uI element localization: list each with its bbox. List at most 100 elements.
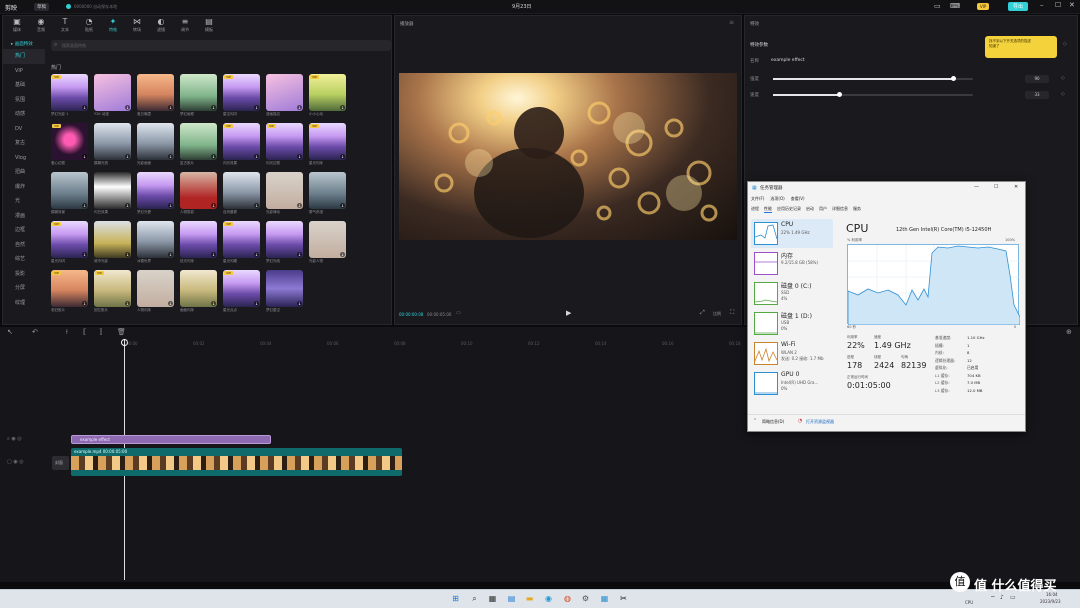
- download-icon[interactable]: ↓: [211, 105, 216, 110]
- effect-thumbnail[interactable]: ↓ 梦幻光线: [266, 221, 303, 263]
- sidebar-item-10[interactable]: 光: [3, 194, 45, 209]
- effect-thumbnail[interactable]: ↓ 人物剪影: [180, 172, 217, 214]
- effect-thumbnail[interactable]: VIP ↓ 小小心动: [309, 74, 346, 116]
- tm-tab[interactable]: 启动: [806, 206, 814, 213]
- download-icon[interactable]: ↓: [340, 105, 345, 110]
- tm-resource-item[interactable]: 磁盘 1 (D:) USB 0%: [751, 309, 833, 338]
- effect-thumbnail[interactable]: ↓ 城市光影: [94, 221, 131, 263]
- download-icon[interactable]: ↓: [297, 252, 302, 257]
- lock-icon[interactable]: ⌕: [7, 436, 10, 442]
- effect-thumbnail[interactable]: ↓ 画面闪烁: [180, 270, 217, 312]
- sidebar-item-7[interactable]: Vlog: [3, 151, 45, 166]
- download-icon[interactable]: ↓: [125, 301, 130, 306]
- download-icon[interactable]: ↓: [297, 154, 302, 159]
- download-icon[interactable]: ↓: [297, 301, 302, 306]
- split-right-icon[interactable]: ⟧: [99, 328, 102, 336]
- video-clip[interactable]: example.mp4 00:00:05:00: [71, 448, 402, 476]
- effect-thumbnail[interactable]: ↓ 自然晨雾: [223, 172, 260, 214]
- edge-icon[interactable]: ◉: [543, 593, 554, 604]
- effect-thumbnail[interactable]: ↓ 炫光闪烁: [180, 221, 217, 263]
- effect-thumbnail[interactable]: VIP ↓ 星光闪耀: [223, 221, 260, 263]
- sidebar-item-16[interactable]: 分屏: [3, 281, 45, 296]
- download-icon[interactable]: ↓: [254, 203, 259, 208]
- tm-tab[interactable]: 进程: [751, 206, 759, 213]
- download-icon[interactable]: ↓: [254, 301, 259, 306]
- wifi-icon[interactable]: ⌔: [990, 594, 996, 602]
- zoom-in-icon[interactable]: ⊕: [1066, 328, 1072, 336]
- shortcut-icon[interactable]: ⌨: [950, 2, 960, 10]
- download-icon[interactable]: ↓: [254, 252, 259, 257]
- download-icon[interactable]: ↓: [168, 301, 173, 306]
- split-icon[interactable]: ⟊: [66, 328, 68, 337]
- download-icon[interactable]: ↓: [125, 105, 130, 110]
- close-icon[interactable]: ✕: [1069, 1, 1075, 9]
- visibility-icon[interactable]: ◉: [11, 436, 15, 442]
- settings-icon[interactable]: ⚙: [580, 593, 591, 604]
- download-icon[interactable]: ↓: [211, 301, 216, 306]
- toolbar-transition[interactable]: ⋈ 转场: [125, 16, 149, 36]
- volume-icon[interactable]: ♪: [1000, 594, 1004, 601]
- sidebar-item-14[interactable]: 综艺: [3, 252, 45, 267]
- sidebar-item-5[interactable]: DV: [3, 122, 45, 137]
- sidebar-item-17[interactable]: 纹理: [3, 296, 45, 311]
- param-slider-handle[interactable]: [837, 92, 842, 97]
- download-icon[interactable]: ↓: [340, 203, 345, 208]
- tm-menu-item[interactable]: 选项(O): [770, 196, 784, 202]
- browser-icon[interactable]: ◍: [562, 593, 573, 604]
- download-icon[interactable]: ↓: [254, 154, 259, 159]
- download-icon[interactable]: ↓: [82, 154, 87, 159]
- tm-minimize-icon[interactable]: —: [974, 184, 979, 190]
- effect-thumbnail[interactable]: ↓ 落日晚霞: [137, 74, 174, 116]
- vip-badge[interactable]: VIP: [977, 3, 990, 10]
- download-icon[interactable]: ↓: [82, 301, 87, 306]
- battery-icon[interactable]: ▭: [1010, 594, 1016, 601]
- track-lock-icon[interactable]: ▢: [7, 459, 12, 465]
- export-button[interactable]: 导出: [1008, 2, 1029, 11]
- tm-resource-item[interactable]: Wi-Fi WLAN 2 发送: 0.2 接收: 1.7 Mb: [751, 339, 833, 368]
- effect-thumbnail[interactable]: ↓ 梦幻光晕: [137, 172, 174, 214]
- download-icon[interactable]: ↓: [168, 105, 173, 110]
- toolbar-template[interactable]: ▤ 模板: [197, 16, 221, 36]
- effect-thumbnail[interactable]: ↓ Y2K 动漫: [94, 74, 131, 116]
- toolbar-filter[interactable]: ◐ 滤镜: [149, 16, 173, 36]
- download-icon[interactable]: ↓: [82, 105, 87, 110]
- effect-thumbnail[interactable]: ↓ 光影画面: [137, 123, 174, 165]
- tm-tab[interactable]: 用户: [819, 206, 827, 213]
- draft-badge[interactable]: 草稿: [34, 3, 49, 11]
- effect-thumbnail[interactable]: ↓ 模糊光斑: [94, 123, 131, 165]
- track-audio-icon[interactable]: ◎: [17, 436, 21, 442]
- tm-resource-item[interactable]: GPU 0 Intel(R) UHD Gra... 0%: [751, 369, 833, 398]
- monitor-icon[interactable]: ▭: [934, 2, 941, 10]
- tm-tab[interactable]: 应用历史记录: [777, 206, 801, 213]
- download-icon[interactable]: ↓: [168, 252, 173, 257]
- less-details-icon[interactable]: ⌃: [753, 418, 757, 424]
- fullscreen-crop-icon[interactable]: ⤢: [700, 309, 705, 317]
- delete-icon[interactable]: 🗑: [117, 328, 126, 336]
- sidebar-item-15[interactable]: 投影: [3, 267, 45, 282]
- toolbar-adjust[interactable]: ≡ 调节: [173, 16, 197, 36]
- undo-icon[interactable]: ↶: [32, 328, 38, 336]
- tm-resource-item[interactable]: CPU 22% 1.49 GHz: [751, 219, 833, 248]
- download-icon[interactable]: ↓: [168, 203, 173, 208]
- effect-thumbnail[interactable]: VIP ↓ 星光闪烁: [309, 123, 346, 165]
- tm-menu-item[interactable]: 查看(V): [791, 196, 805, 202]
- effect-thumbnail[interactable]: VIP ↓ 梦幻光影 1: [51, 74, 88, 116]
- download-icon[interactable]: ↓: [168, 154, 173, 159]
- effect-thumbnail[interactable]: ↓ 闪白效果: [94, 172, 131, 214]
- effect-thumbnail[interactable]: VIP ↓ 老旧胶片: [51, 270, 88, 312]
- maximize-icon[interactable]: ☐: [1055, 1, 1061, 9]
- toolbar-effects[interactable]: ✦ 特效: [101, 16, 125, 36]
- sidebar-item-9[interactable]: 爆炸: [3, 180, 45, 195]
- track-eye-icon[interactable]: ◉: [13, 459, 17, 465]
- effect-thumbnail[interactable]: ↓ 光影人物: [309, 221, 346, 263]
- toolbar-audio[interactable]: ◉ 音频: [29, 16, 53, 36]
- download-icon[interactable]: ↓: [254, 105, 259, 110]
- effect-thumbnail[interactable]: VIP ↓ 爱心边框: [51, 123, 88, 165]
- tm-menu-item[interactable]: 文件(F): [751, 196, 764, 202]
- tm-close-icon[interactable]: ✕: [1014, 184, 1018, 190]
- search-taskbar-icon[interactable]: ⌕: [469, 593, 480, 604]
- split-left-icon[interactable]: ⟦: [83, 328, 86, 336]
- download-icon[interactable]: ↓: [125, 203, 130, 208]
- effect-thumbnail[interactable]: VIP ↓ 星光点点: [223, 270, 260, 312]
- minimize-icon[interactable]: –: [1040, 1, 1044, 9]
